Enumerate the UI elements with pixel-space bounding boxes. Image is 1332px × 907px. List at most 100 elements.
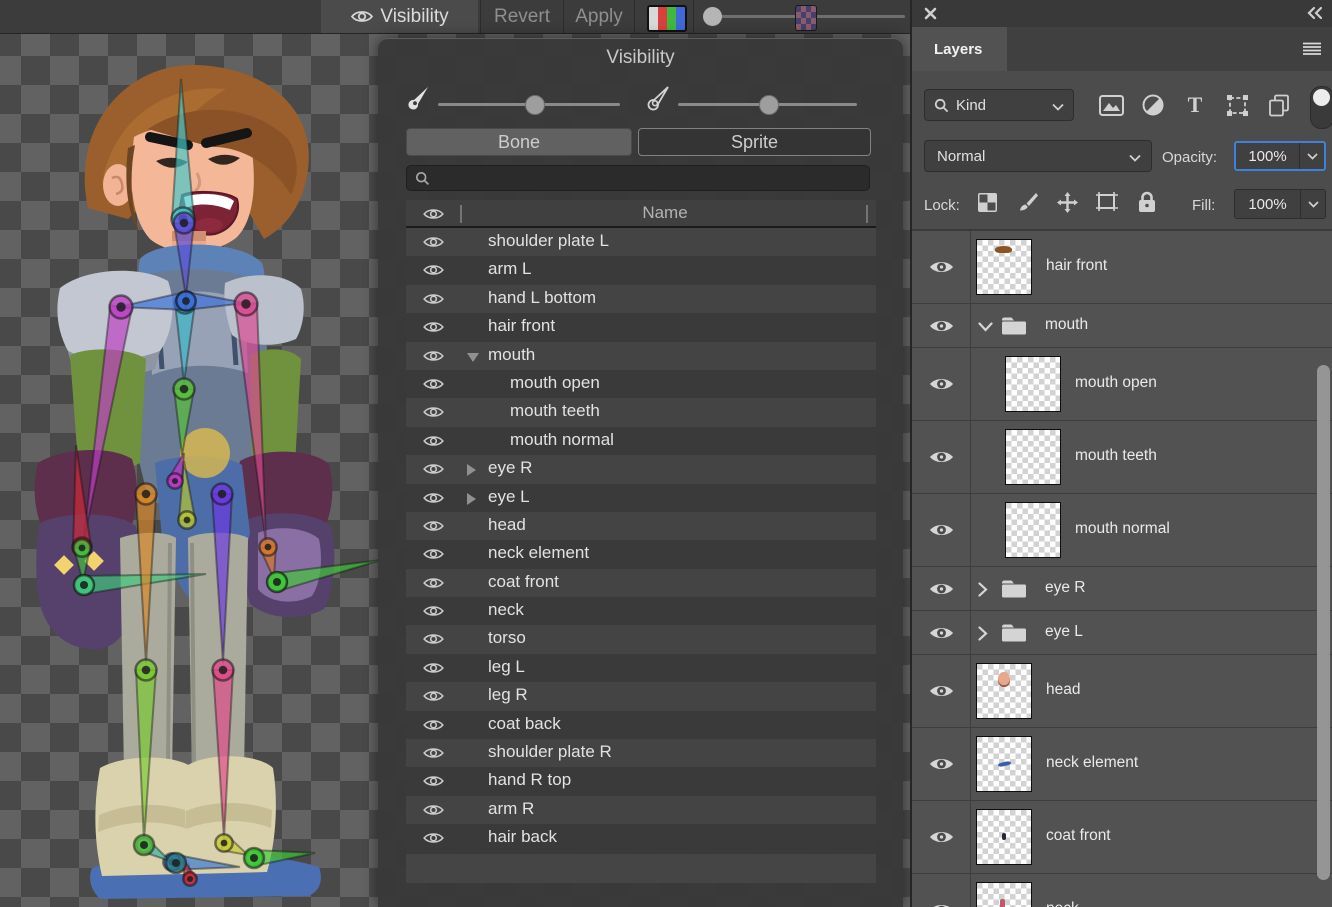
visibility-row[interactable]: coat back	[406, 711, 876, 739]
filtering-toggle-switch[interactable]	[1310, 86, 1332, 129]
tab-bone[interactable]: Bone	[406, 128, 632, 156]
layer-thumbnail[interactable]	[976, 809, 1032, 865]
layer-name[interactable]: mouth normal	[1075, 520, 1170, 538]
layer-eye-toggle-icon[interactable]	[929, 829, 954, 850]
filter-type-layers-icon[interactable]: T	[1182, 92, 1208, 118]
visibility-row[interactable]: eye L	[406, 484, 876, 512]
visibility-row[interactable]: hair back	[406, 824, 876, 852]
visibility-column-eye-icon[interactable]	[422, 207, 445, 226]
collapse-panel-icon[interactable]	[1306, 6, 1324, 20]
layer-visibility-cell[interactable]	[912, 655, 971, 727]
row-eye-toggle-icon[interactable]	[422, 491, 445, 510]
layer-eye-toggle-icon[interactable]	[929, 625, 954, 646]
layer-eye-toggle-icon[interactable]	[929, 683, 954, 704]
visibility-row[interactable]: arm L	[406, 256, 876, 284]
row-eye-toggle-icon[interactable]	[422, 292, 445, 311]
row-eye-toggle-icon[interactable]	[422, 632, 445, 651]
visibility-row[interactable]: eye R	[406, 455, 876, 483]
layer-group-row[interactable]: eye R	[912, 567, 1332, 611]
layer-row[interactable]: mouth open	[912, 348, 1332, 421]
layer-row[interactable]: head	[912, 655, 1332, 728]
expand-triangle-icon[interactable]	[466, 492, 477, 511]
layer-visibility-cell[interactable]	[912, 728, 971, 800]
row-eye-toggle-icon[interactable]	[422, 263, 445, 282]
revert-button[interactable]: Revert	[482, 0, 562, 33]
row-eye-toggle-icon[interactable]	[422, 405, 445, 424]
row-eye-toggle-icon[interactable]	[422, 604, 445, 623]
row-eye-toggle-icon[interactable]	[422, 661, 445, 680]
layer-visibility-cell[interactable]	[912, 801, 971, 873]
visibility-row[interactable]: coat front	[406, 569, 876, 597]
group-expand-chevron-icon[interactable]	[978, 582, 988, 602]
visibility-row[interactable]: mouth	[406, 342, 876, 370]
layer-name[interactable]: neck	[1046, 900, 1079, 907]
layer-eye-toggle-icon[interactable]	[929, 522, 954, 543]
pattern-slider-thumb[interactable]	[795, 5, 817, 31]
color-overlay-swatch-icon[interactable]	[647, 5, 687, 32]
row-eye-toggle-icon[interactable]	[422, 547, 445, 566]
layer-name[interactable]: mouth open	[1075, 374, 1157, 392]
layer-thumbnail[interactable]	[1005, 502, 1061, 558]
row-eye-toggle-icon[interactable]	[422, 576, 445, 595]
tab-layers[interactable]: Layers	[912, 27, 1007, 71]
layer-visibility-cell[interactable]	[912, 494, 971, 566]
group-expand-chevron-icon[interactable]	[978, 626, 988, 646]
opacity-dropdown-chevron[interactable]	[1299, 143, 1324, 169]
opacity-field[interactable]: 100%	[1234, 141, 1326, 171]
bone-opacity-slider-knob[interactable]	[525, 95, 545, 115]
row-eye-toggle-icon[interactable]	[422, 519, 445, 538]
layer-eye-toggle-icon[interactable]	[929, 376, 954, 397]
visibility-row[interactable]: neck	[406, 597, 876, 625]
layer-group-row[interactable]: eye L	[912, 611, 1332, 655]
layer-name[interactable]: eye L	[1045, 623, 1083, 641]
layer-thumbnail[interactable]	[976, 882, 1032, 907]
visibility-row[interactable]: shoulder plate L	[406, 228, 876, 256]
apply-button[interactable]: Apply	[565, 0, 633, 33]
filter-smart-objects-icon[interactable]	[1266, 92, 1292, 118]
layer-eye-toggle-icon[interactable]	[929, 259, 954, 280]
layer-row[interactable]: mouth normal	[912, 494, 1332, 567]
row-eye-toggle-icon[interactable]	[422, 746, 445, 765]
layer-visibility-cell[interactable]	[912, 567, 971, 610]
layer-name[interactable]: eye R	[1045, 579, 1086, 597]
layer-name[interactable]: head	[1046, 681, 1080, 699]
visibility-row[interactable]: neck element	[406, 540, 876, 568]
expand-triangle-icon[interactable]	[466, 463, 477, 482]
layer-name[interactable]: mouth	[1045, 316, 1088, 334]
tab-sprite[interactable]: Sprite	[638, 128, 871, 156]
overlay-opacity-slider-knob[interactable]	[703, 7, 722, 26]
kind-filter-select[interactable]: Kind	[924, 89, 1074, 121]
visibility-row[interactable]: torso	[406, 625, 876, 653]
layer-eye-toggle-icon[interactable]	[929, 756, 954, 777]
layer-thumbnail[interactable]	[976, 663, 1032, 719]
fill-dropdown-chevron[interactable]	[1300, 190, 1325, 218]
layer-eye-toggle-icon[interactable]	[929, 581, 954, 602]
close-icon[interactable]	[924, 7, 937, 20]
layer-name[interactable]: mouth teeth	[1075, 447, 1157, 465]
visibility-row[interactable]: hand L bottom	[406, 285, 876, 313]
layer-visibility-cell[interactable]	[912, 874, 971, 907]
layer-name[interactable]: neck element	[1046, 754, 1138, 772]
visibility-row[interactable]: shoulder plate R	[406, 739, 876, 767]
filter-shape-layers-icon[interactable]	[1224, 92, 1250, 118]
layer-row[interactable]: coat front	[912, 801, 1332, 874]
row-eye-toggle-icon[interactable]	[422, 462, 445, 481]
row-eye-toggle-icon[interactable]	[422, 831, 445, 850]
layer-visibility-cell[interactable]	[912, 231, 971, 303]
layer-visibility-cell[interactable]	[912, 421, 971, 493]
layer-row[interactable]: neck element	[912, 728, 1332, 801]
row-eye-toggle-icon[interactable]	[422, 235, 445, 254]
filter-pixel-layers-icon[interactable]	[1098, 92, 1124, 118]
layer-visibility-cell[interactable]	[912, 304, 971, 347]
layer-eye-toggle-icon[interactable]	[929, 902, 954, 907]
visibility-row[interactable]: leg R	[406, 682, 876, 710]
row-eye-toggle-icon[interactable]	[422, 377, 445, 396]
row-eye-toggle-icon[interactable]	[422, 718, 445, 737]
fill-field[interactable]: 100%	[1234, 189, 1326, 219]
search-input[interactable]	[406, 165, 870, 191]
layer-thumbnail[interactable]	[1005, 356, 1061, 412]
visibility-row[interactable]: hair front	[406, 313, 876, 341]
blend-mode-select[interactable]: Normal	[924, 140, 1152, 172]
row-eye-toggle-icon[interactable]	[422, 689, 445, 708]
row-eye-toggle-icon[interactable]	[422, 774, 445, 793]
